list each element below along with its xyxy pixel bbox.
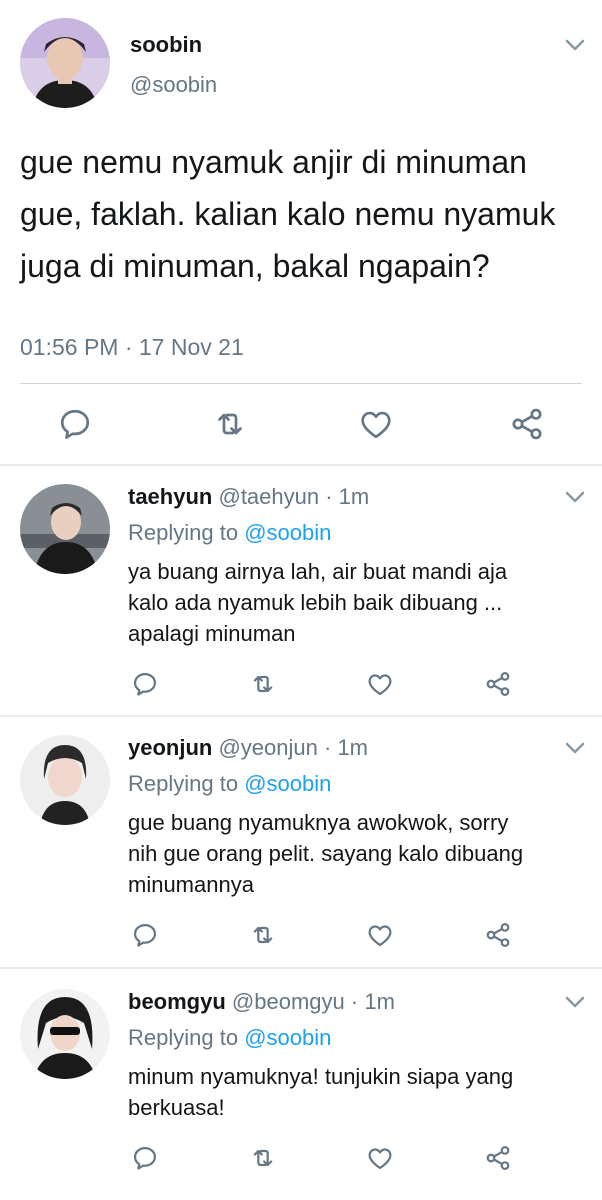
retweet-icon[interactable] xyxy=(249,1144,277,1172)
avatar-yeonjun[interactable] xyxy=(20,735,110,825)
reply-text-line: kalo ada nyamuk lebih baik dibuang ... xyxy=(128,590,503,615)
avatar-beomgyu[interactable] xyxy=(20,989,110,1079)
reply-text: minum nyamuknya! tunjukin siapa yang ber… xyxy=(128,1061,578,1123)
main-tweet: soobin @soobin gue nemu nyamuk anjir di … xyxy=(0,0,602,466)
share-icon[interactable] xyxy=(509,406,545,442)
reply-header: yeonjun @yeonjun · 1m xyxy=(128,735,368,761)
reply-text: gue buang nyamuknya awokwok, sorry nih g… xyxy=(128,807,578,900)
author-name[interactable]: yeonjun xyxy=(128,735,212,760)
avatar-soobin[interactable] xyxy=(20,18,110,108)
author-name[interactable]: beomgyu xyxy=(128,989,226,1014)
author-handle[interactable]: @soobin xyxy=(130,72,217,98)
tweet-text: gue nemu nyamuk anjir di minuman gue, fa… xyxy=(20,144,556,284)
replying-to: Replying to @soobin xyxy=(128,1025,331,1051)
reply-icon[interactable] xyxy=(57,406,93,442)
reply-icon[interactable] xyxy=(131,921,159,949)
reply-text-line: minumannya xyxy=(128,872,254,897)
chevron-down-icon[interactable] xyxy=(564,995,586,1009)
replying-to: Replying to @soobin xyxy=(128,520,331,546)
reply-header: beomgyu @beomgyu · 1m xyxy=(128,989,395,1015)
author-handle[interactable]: @yeonjun xyxy=(218,735,317,760)
retweet-icon[interactable] xyxy=(249,670,277,698)
share-icon[interactable] xyxy=(484,1144,512,1172)
divider xyxy=(20,383,582,384)
like-icon[interactable] xyxy=(358,406,394,442)
mention-link[interactable]: @soobin xyxy=(244,771,331,796)
reply-time: · 1m xyxy=(350,989,395,1014)
replying-label: Replying to xyxy=(128,520,245,545)
author-handle[interactable]: @taehyun xyxy=(218,484,319,509)
reply-icon[interactable] xyxy=(131,1144,159,1172)
reply-text-line: berkuasa! xyxy=(128,1095,225,1120)
retweet-icon[interactable] xyxy=(249,921,277,949)
reply-header: taehyun @taehyun · 1m xyxy=(128,484,369,510)
share-icon[interactable] xyxy=(484,670,512,698)
reply-text-line: apalagi minuman xyxy=(128,621,296,646)
replying-label: Replying to xyxy=(128,771,245,796)
share-icon[interactable] xyxy=(484,921,512,949)
reply-tweet: yeonjun @yeonjun · 1m Replying to @soobi… xyxy=(0,717,602,967)
author-handle[interactable]: @beomgyu xyxy=(232,989,345,1014)
avatar-taehyun[interactable] xyxy=(20,484,110,574)
like-icon[interactable] xyxy=(366,921,394,949)
retweet-icon[interactable] xyxy=(212,406,248,442)
tweet-timestamp[interactable]: 01:56 PM · 17 Nov 21 xyxy=(20,334,244,361)
chevron-down-icon[interactable] xyxy=(564,490,586,504)
like-icon[interactable] xyxy=(366,1144,394,1172)
reply-time: · 1m xyxy=(324,735,368,760)
replying-to: Replying to @soobin xyxy=(128,771,331,797)
reply-text-line: gue buang nyamuknya awokwok, sorry xyxy=(128,810,509,835)
reply-text-line: nih gue orang pelit. sayang kalo dibuang xyxy=(128,841,524,866)
mention-link[interactable]: @soobin xyxy=(244,1025,331,1050)
chevron-down-icon[interactable] xyxy=(564,38,586,52)
reply-tweet: beomgyu @beomgyu · 1m Replying to @soobi… xyxy=(0,969,602,1200)
reply-time: · 1m xyxy=(325,484,370,509)
reply-tweet: taehyun @taehyun · 1m Replying to @soobi… xyxy=(0,466,602,716)
reply-text-line: minum nyamuknya! tunjukin siapa yang xyxy=(128,1064,514,1089)
reply-text: ya buang airnya lah, air buat mandi aja … xyxy=(128,556,578,649)
chevron-down-icon[interactable] xyxy=(564,741,586,755)
reply-text-line: ya buang airnya lah, air buat mandi aja xyxy=(128,559,508,584)
author-name[interactable]: soobin xyxy=(130,32,202,58)
replying-label: Replying to xyxy=(128,1025,245,1050)
author-name[interactable]: taehyun xyxy=(128,484,212,509)
like-icon[interactable] xyxy=(366,670,394,698)
mention-link[interactable]: @soobin xyxy=(244,520,331,545)
reply-icon[interactable] xyxy=(131,670,159,698)
